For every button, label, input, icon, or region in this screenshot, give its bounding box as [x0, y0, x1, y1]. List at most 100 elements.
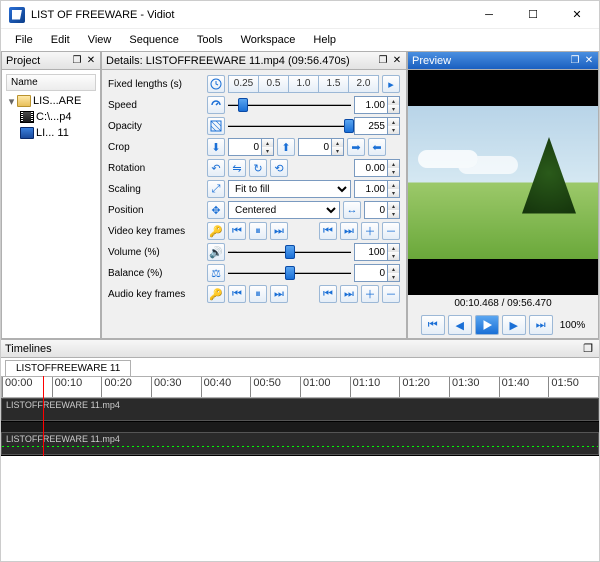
- clock-icon[interactable]: [207, 75, 225, 93]
- rotate-ccw-icon[interactable]: ↶: [207, 159, 225, 177]
- step-forward-icon[interactable]: ▶: [502, 315, 526, 335]
- project-maximize-icon[interactable]: ❐: [70, 54, 84, 68]
- scaling-spinner[interactable]: ▴▾: [388, 180, 400, 198]
- speed-spinner[interactable]: ▴▾: [388, 96, 400, 114]
- video-clip[interactable]: LISTOFFREEWARE 11.mp4: [1, 398, 599, 421]
- goto-start-icon[interactable]: ⏮: [421, 315, 445, 335]
- rotate-cw-icon[interactable]: ↻: [249, 159, 267, 177]
- project-column-header[interactable]: Name: [6, 74, 96, 91]
- details-maximize-icon[interactable]: ❐: [376, 54, 390, 68]
- arrow-right-icon[interactable]: ▸: [382, 75, 400, 93]
- balance-icon[interactable]: ⚖: [207, 264, 225, 282]
- len-opt[interactable]: 1.0: [289, 75, 319, 93]
- kf-play-icon[interactable]: ⏸: [249, 222, 267, 240]
- crop-bottom-input[interactable]: [298, 138, 332, 156]
- kf-next-icon[interactable]: ⏭: [270, 222, 288, 240]
- playhead[interactable]: [43, 376, 44, 456]
- scaling-mode-select[interactable]: Fit to fill: [228, 180, 351, 198]
- menu-workspace[interactable]: Workspace: [233, 32, 304, 48]
- menu-file[interactable]: File: [7, 32, 41, 48]
- fixed-lengths-label: Fixed lengths (s): [108, 79, 204, 90]
- scale-icon[interactable]: ⤢: [207, 180, 225, 198]
- menu-tools[interactable]: Tools: [189, 32, 231, 48]
- position-mode-select[interactable]: Centered: [228, 201, 340, 219]
- menu-edit[interactable]: Edit: [43, 32, 78, 48]
- speed-slider[interactable]: [228, 97, 351, 113]
- crop-top-input[interactable]: [228, 138, 262, 156]
- speed-icon[interactable]: [207, 96, 225, 114]
- position-spinner[interactable]: ▴▾: [388, 201, 400, 219]
- speaker-icon[interactable]: 🔊: [207, 243, 225, 261]
- crop-bottom-spinner[interactable]: ▴▾: [332, 138, 344, 156]
- kf-add-icon[interactable]: ＋: [361, 222, 379, 240]
- akf-last-icon[interactable]: ⏭: [340, 285, 358, 303]
- arrow-left-icon[interactable]: ⬅: [368, 138, 386, 156]
- arrow-right-icon[interactable]: ➡: [347, 138, 365, 156]
- arrow-up-icon[interactable]: ⬆: [277, 138, 295, 156]
- project-item[interactable]: C:\...p4: [36, 111, 71, 123]
- len-opt[interactable]: 0.5: [259, 75, 289, 93]
- timeline-tab[interactable]: LISTOFFREEWARE 11: [5, 360, 131, 376]
- timeline-tracks[interactable]: LISTOFFREEWARE 11.mp4 LISTOFFREEWARE 11.…: [1, 398, 599, 456]
- project-close-icon[interactable]: ✕: [84, 54, 98, 68]
- arrow-down-icon[interactable]: ⬇: [207, 138, 225, 156]
- len-opt[interactable]: 0.25: [228, 75, 259, 93]
- menu-help[interactable]: Help: [305, 32, 344, 48]
- project-item[interactable]: LI... 11: [36, 127, 69, 139]
- close-button[interactable]: ✕: [555, 1, 599, 29]
- tree-expand-icon[interactable]: ▾: [6, 95, 17, 108]
- volume-input[interactable]: [354, 243, 388, 261]
- scaling-input[interactable]: [354, 180, 388, 198]
- timelines-maximize-icon[interactable]: ❐: [581, 342, 595, 356]
- kf-prev-icon[interactable]: ⏮: [228, 222, 246, 240]
- opacity-spinner[interactable]: ▴▾: [388, 117, 400, 135]
- rotation-input[interactable]: [354, 159, 388, 177]
- balance-input[interactable]: [354, 264, 388, 282]
- kf-first-icon[interactable]: ⏮: [319, 222, 337, 240]
- opacity-slider[interactable]: [228, 118, 351, 134]
- project-root[interactable]: LIS...ARE: [33, 95, 81, 107]
- speed-input[interactable]: [354, 96, 388, 114]
- move-icon[interactable]: ✥: [207, 201, 225, 219]
- menu-sequence[interactable]: Sequence: [121, 32, 187, 48]
- volume-spinner[interactable]: ▴▾: [388, 243, 400, 261]
- balance-slider[interactable]: [228, 265, 351, 281]
- akf-first-icon[interactable]: ⏮: [319, 285, 337, 303]
- play-button[interactable]: [475, 315, 499, 335]
- kf-last-icon[interactable]: ⏭: [340, 222, 358, 240]
- details-close-icon[interactable]: ✕: [390, 54, 404, 68]
- fixed-length-options[interactable]: 0.25 0.5 1.0 1.5 2.0: [228, 75, 379, 93]
- len-opt[interactable]: 1.5: [319, 75, 349, 93]
- rotate-180-icon[interactable]: ⟲: [270, 159, 288, 177]
- step-back-icon[interactable]: ◀: [448, 315, 472, 335]
- flip-h-icon[interactable]: ⇋: [228, 159, 246, 177]
- maximize-button[interactable]: ☐: [511, 1, 555, 29]
- preview-maximize-icon[interactable]: ❐: [568, 54, 582, 68]
- akf-next-icon[interactable]: ⏭: [270, 285, 288, 303]
- akf-prev-icon[interactable]: ⏮: [228, 285, 246, 303]
- akf-remove-icon[interactable]: －: [382, 285, 400, 303]
- position-input[interactable]: [364, 201, 388, 219]
- project-tree[interactable]: ▾ LIS...ARE C:\...p4 LI... 11: [6, 93, 96, 141]
- volume-slider[interactable]: [228, 244, 351, 260]
- opacity-icon[interactable]: [207, 117, 225, 135]
- balance-spinner[interactable]: ▴▾: [388, 264, 400, 282]
- rotation-spinner[interactable]: ▴▾: [388, 159, 400, 177]
- opacity-input[interactable]: [354, 117, 388, 135]
- menu-view[interactable]: View: [80, 32, 120, 48]
- crop-top-spinner[interactable]: ▴▾: [262, 138, 274, 156]
- preview-title: Preview: [412, 55, 568, 67]
- len-opt[interactable]: 2.0: [349, 75, 379, 93]
- key-icon[interactable]: 🔑: [207, 222, 225, 240]
- preview-viewport[interactable]: [408, 70, 598, 295]
- minimize-button[interactable]: ─: [467, 1, 511, 29]
- preview-close-icon[interactable]: ✕: [582, 54, 596, 68]
- align-h-icon[interactable]: ↔: [343, 201, 361, 219]
- timeline-ruler[interactable]: 00:0000:1000:2000:3000:4000:5001:0001:10…: [1, 376, 599, 398]
- audio-clip[interactable]: LISTOFFREEWARE 11.mp4: [1, 432, 599, 455]
- goto-end-icon[interactable]: ⏭: [529, 315, 553, 335]
- akf-play-icon[interactable]: ⏸: [249, 285, 267, 303]
- akf-add-icon[interactable]: ＋: [361, 285, 379, 303]
- key-icon[interactable]: 🔑: [207, 285, 225, 303]
- kf-remove-icon[interactable]: －: [382, 222, 400, 240]
